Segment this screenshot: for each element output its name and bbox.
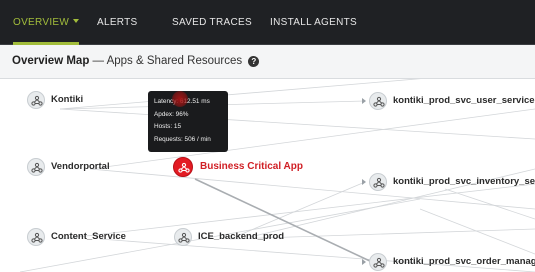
edge bbox=[419, 208, 535, 255]
edge bbox=[444, 188, 535, 220]
top-nav: OVERVIEW ALERTS SAVED TRACES INSTALL AGE… bbox=[0, 0, 535, 45]
edge bbox=[59, 183, 535, 240]
page-header: Overview Map — Apps & Shared Resources ? bbox=[0, 45, 535, 79]
network-nodes-icon bbox=[27, 228, 45, 246]
node-label: Business Critical App bbox=[200, 161, 303, 172]
edge bbox=[59, 108, 535, 140]
page-title-subtitle: — Apps & Shared Resources bbox=[89, 55, 243, 67]
tooltip-apdex: Apdex: 96% bbox=[154, 110, 189, 118]
tab-install-agents-label: INSTALL AGENTS bbox=[270, 17, 358, 28]
tab-saved-traces-label: SAVED TRACES bbox=[172, 17, 252, 28]
network-nodes-icon bbox=[369, 92, 387, 110]
arrow-icon bbox=[362, 179, 366, 185]
edge bbox=[89, 168, 535, 210]
caret-down-icon bbox=[73, 19, 80, 23]
app-window: OVERVIEW ALERTS SAVED TRACES INSTALL AGE… bbox=[0, 0, 535, 272]
network-nodes-icon bbox=[27, 158, 45, 176]
node-label: kontiki_prod_svc_user_service bbox=[393, 95, 535, 106]
node-label: ICE_backend_prod bbox=[198, 231, 285, 242]
tab-overview[interactable]: OVERVIEW bbox=[13, 0, 80, 45]
arrow-icon bbox=[362, 259, 366, 265]
node-tooltip: Latency: 612.51 ms Apdex: 96% Hosts: 15 … bbox=[148, 91, 228, 152]
tooltip-latency: Latency: 612.51 ms bbox=[154, 98, 210, 105]
tooltip-hosts: Hosts: 15 bbox=[154, 123, 181, 130]
node-label: kontiki_prod_svc_inventory_se bbox=[393, 176, 535, 187]
tab-install-agents[interactable]: INSTALL AGENTS bbox=[270, 0, 357, 45]
network-nodes-icon bbox=[369, 253, 387, 271]
node-label: Kontiki bbox=[51, 94, 84, 105]
help-icon[interactable]: ? bbox=[248, 56, 260, 67]
overview-map[interactable]: Kontiki Vendorportal Content_Service Bus… bbox=[0, 79, 535, 272]
network-nodes-icon bbox=[27, 91, 45, 109]
tab-overview-label: OVERVIEW bbox=[13, 17, 70, 28]
node-label: kontiki_prod_svc_order_manag bbox=[393, 256, 535, 267]
page-title: Overview Map — Apps & Shared Resources ? bbox=[12, 55, 260, 67]
arrow-icon bbox=[362, 98, 366, 104]
node-label: Vendorportal bbox=[51, 161, 110, 172]
tab-saved-traces[interactable]: SAVED TRACES bbox=[172, 0, 252, 45]
tab-alerts[interactable]: ALERTS bbox=[97, 0, 138, 45]
hover-indicator bbox=[172, 91, 188, 107]
network-nodes-icon bbox=[173, 157, 193, 177]
network-nodes-icon bbox=[369, 173, 387, 191]
node-label: Content_Service bbox=[51, 231, 126, 242]
page-title-bold: Overview Map bbox=[12, 55, 90, 67]
tab-alerts-label: ALERTS bbox=[97, 17, 138, 28]
tooltip-requests: Requests: 506 / min bbox=[154, 135, 211, 143]
network-nodes-icon bbox=[174, 228, 192, 246]
